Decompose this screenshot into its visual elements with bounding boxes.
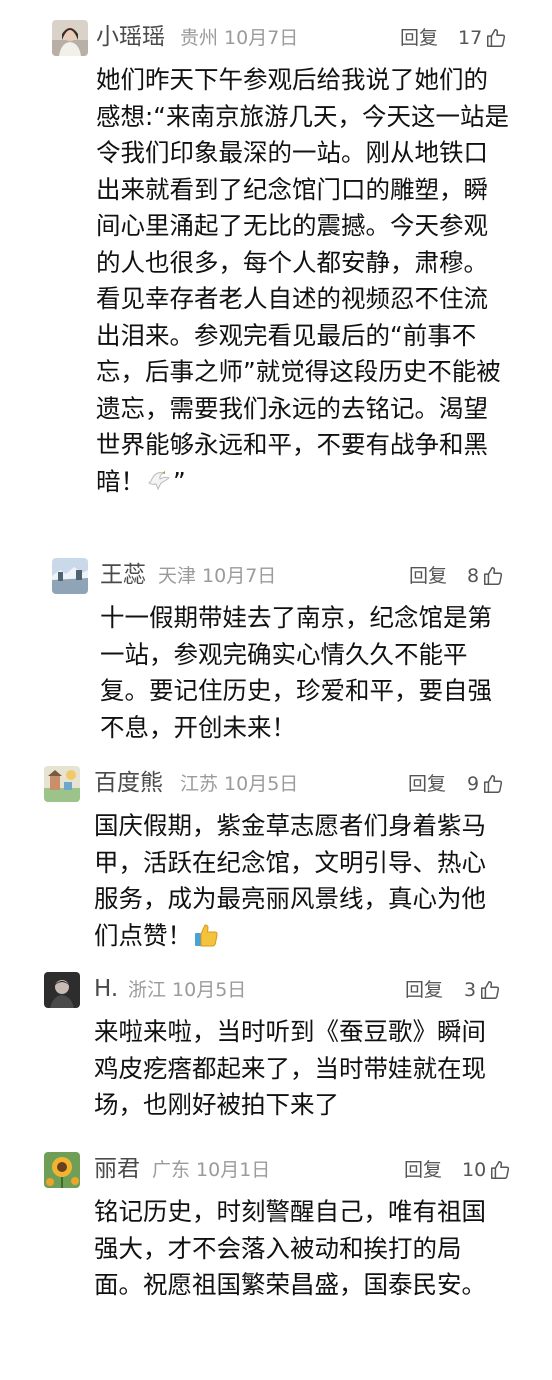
like-count: 10 xyxy=(462,1159,487,1181)
comment-text-content: 国庆假期，紫金草志愿者们身着紫马甲，活跃在纪念馆，文明引导、热心服务，成为最亮丽… xyxy=(94,811,486,950)
avatar-woman-portrait-icon xyxy=(52,20,88,56)
username[interactable]: H. xyxy=(94,974,118,1004)
comment-text: 铭记历史，时刻警醒自己，唯有祖国强大，才不会落入被动和挨打的局面。祝愿祖国繁荣昌… xyxy=(94,1194,509,1304)
comment-header: 丽君 广东 10月1日 回复 10 xyxy=(0,1150,552,1190)
comment-text: 她们昨天下午参观后给我说了她们的感想:“来南京旅游几天，今天这一站是令我们印象最… xyxy=(96,62,511,500)
comment-date: 10月1日 xyxy=(196,1159,271,1181)
comment-date: 10月5日 xyxy=(224,773,299,795)
like-button[interactable]: 17 xyxy=(458,23,507,53)
like-count: 8 xyxy=(467,565,480,587)
like-count: 3 xyxy=(464,979,477,1001)
like-count: 9 xyxy=(467,773,480,795)
username[interactable]: 小瑶瑶 xyxy=(96,22,165,52)
comment-text-content: 来啦来啦，当时听到《蚕豆歌》瞬间鸡皮疙瘩都起来了，当时带娃就在现场，也刚好被拍下… xyxy=(94,1017,486,1119)
thumbs-up-outline-icon xyxy=(489,1159,511,1181)
thumbs-up-outline-icon xyxy=(482,565,504,587)
avatar-illustration-icon xyxy=(44,766,80,802)
user-avatar[interactable] xyxy=(44,766,80,802)
user-location: 江苏 xyxy=(180,773,219,795)
reply-button[interactable]: 回复 xyxy=(409,561,447,591)
comment-meta: 广东 10月1日 xyxy=(152,1155,270,1185)
comment-meta: 浙江 10月5日 xyxy=(128,975,246,1005)
user-location: 天津 xyxy=(158,565,197,587)
username[interactable]: 王蕊 xyxy=(100,560,146,590)
user-location: 广东 xyxy=(152,1159,191,1181)
like-button[interactable]: 8 xyxy=(467,561,504,591)
like-button[interactable]: 10 xyxy=(462,1155,511,1185)
comment-text: 十一假期带娃去了南京，纪念馆是第一站，参观完确实心情久久不能平复。要记住历史，珍… xyxy=(100,600,500,746)
thumbs-up-emoji-icon xyxy=(192,921,220,949)
avatar-sunflower-icon xyxy=(44,1152,80,1188)
comment-text-content: 她们昨天下午参观后给我说了她们的感想:“来南京旅游几天，今天这一站是令我们印象最… xyxy=(96,65,509,496)
user-avatar[interactable] xyxy=(44,1152,80,1188)
comment-date: 10月7日 xyxy=(202,565,277,587)
comment-header: 王蕊 天津 10月7日 回复 8 xyxy=(0,554,552,594)
reply-button[interactable]: 回复 xyxy=(405,975,443,1005)
comment-date: 10月7日 xyxy=(224,27,299,49)
comment-text-tail: ” xyxy=(173,466,186,496)
comment-date: 10月5日 xyxy=(172,979,247,1001)
comment-meta: 天津 10月7日 xyxy=(158,561,276,591)
like-count: 17 xyxy=(458,27,483,49)
user-avatar[interactable] xyxy=(44,972,80,1008)
comment-header: H. 浙江 10月5日 回复 3 xyxy=(0,970,552,1010)
comment-text-content: 铭记历史，时刻警醒自己，唯有祖国强大，才不会落入被动和挨打的局面。祝愿祖国繁荣昌… xyxy=(94,1197,486,1299)
thumbs-up-outline-icon xyxy=(479,979,501,1001)
user-location: 浙江 xyxy=(128,979,167,1001)
comment-header: 百度熊 江苏 10月5日 回复 9 xyxy=(0,764,552,804)
avatar-snow-landscape-icon xyxy=(52,558,88,594)
thumbs-up-outline-icon xyxy=(482,773,504,795)
user-avatar[interactable] xyxy=(52,20,88,56)
comment-text: 来啦来啦，当时听到《蚕豆歌》瞬间鸡皮疙瘩都起来了，当时带娃就在现场，也刚好被拍下… xyxy=(94,1014,509,1124)
thumbs-up-outline-icon xyxy=(485,27,507,49)
user-avatar[interactable] xyxy=(52,558,88,594)
dove-emoji-icon xyxy=(145,467,173,495)
comment-meta: 江苏 10月5日 xyxy=(180,769,298,799)
username[interactable]: 丽君 xyxy=(94,1154,140,1184)
comment-header: 小瑶瑶 贵州 10月7日 回复 17 xyxy=(0,14,552,56)
reply-button[interactable]: 回复 xyxy=(404,1155,442,1185)
reply-button[interactable]: 回复 xyxy=(400,23,438,53)
reply-button[interactable]: 回复 xyxy=(408,769,446,799)
comment-text: 国庆假期，紫金草志愿者们身着紫马甲，活跃在纪念馆，文明引导、热心服务，成为最亮丽… xyxy=(94,808,509,954)
comment-meta: 贵州 10月7日 xyxy=(180,23,298,53)
username[interactable]: 百度熊 xyxy=(94,768,163,798)
like-button[interactable]: 9 xyxy=(467,769,504,799)
like-button[interactable]: 3 xyxy=(464,975,501,1005)
user-location: 贵州 xyxy=(180,27,219,49)
avatar-dark-portrait-icon xyxy=(44,972,80,1008)
comment-text-content: 十一假期带娃去了南京，纪念馆是第一站，参观完确实心情久久不能平复。要记住历史，珍… xyxy=(100,603,492,742)
